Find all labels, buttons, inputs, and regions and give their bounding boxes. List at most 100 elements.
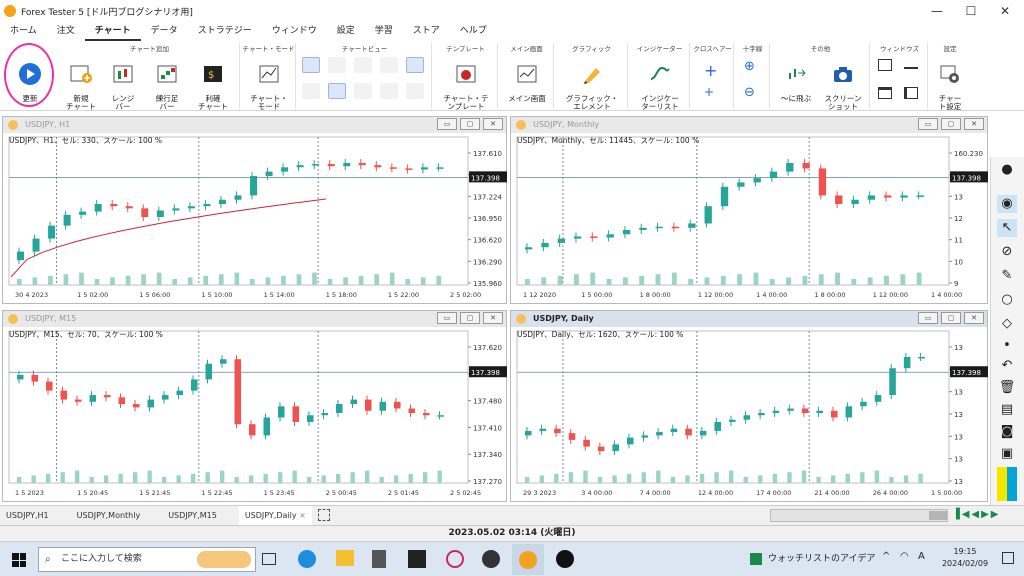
pane-maximize-button[interactable]: ▢: [460, 312, 480, 324]
task-view-icon[interactable]: [262, 553, 276, 565]
notification-icon[interactable]: [1002, 552, 1014, 564]
zoom-in-icon[interactable]: ⊕: [744, 59, 755, 74]
graphic-element-button[interactable]: グラフィック・ エレメント: [560, 55, 624, 111]
circle-tool-icon[interactable]: ○: [997, 291, 1017, 309]
menu-chart[interactable]: チャート: [84, 22, 141, 41]
file-explorer-icon[interactable]: [336, 550, 354, 566]
crosshair-icon[interactable]: +: [704, 61, 717, 80]
menu-settings[interactable]: 設定: [327, 22, 365, 41]
undo-icon[interactable]: ↶: [997, 357, 1017, 375]
tab-usdjpy-monthly[interactable]: USDJPY,Monthly: [71, 506, 163, 526]
pane-maximize-button[interactable]: ▢: [460, 118, 480, 130]
pane-close-button[interactable]: ✕: [964, 118, 984, 130]
clock[interactable]: 19:15 2024/02/09: [940, 546, 990, 570]
pane-maximize-button[interactable]: ▢: [941, 118, 961, 130]
chart-canvas[interactable]: 160.230141312111091 12 20201 5 00:001 8 …: [511, 133, 989, 305]
menu-help[interactable]: ヘルプ: [450, 22, 497, 41]
camera-tool-icon[interactable]: ◙: [997, 423, 1017, 441]
shift-icon[interactable]: [380, 57, 398, 73]
menu-data[interactable]: データ: [141, 22, 188, 41]
crosshair-small-icon[interactable]: +: [704, 85, 714, 99]
horizontal-scrollbar[interactable]: [770, 509, 948, 522]
tab-usdjpy-m15[interactable]: USDJPY,M15: [162, 506, 239, 526]
pane-close-button[interactable]: ✕: [964, 312, 984, 324]
candlestick-icon[interactable]: [328, 83, 346, 99]
obs-icon[interactable]: [482, 550, 500, 568]
dot-icon[interactable]: •: [997, 337, 1017, 355]
network-icon[interactable]: ◠: [900, 551, 909, 562]
pin-icon[interactable]: ●: [997, 161, 1017, 179]
calculator-icon[interactable]: [372, 550, 386, 568]
chart-window-monthly[interactable]: USDJPY, Monthly ▭▢✕ 160.230141312111091 …: [510, 116, 988, 304]
eye-icon[interactable]: ◉: [997, 195, 1017, 213]
grid-icon[interactable]: [302, 83, 320, 99]
renko-button[interactable]: 練行足 バー: [150, 55, 184, 111]
tile-vertical-icon[interactable]: [904, 87, 918, 99]
chart-canvas[interactable]: 1313131313131329 3 20233 4 00:007 4 00:0…: [511, 327, 989, 503]
pane-close-button[interactable]: ✕: [483, 118, 503, 130]
maximize-button[interactable]: ☐: [954, 0, 988, 22]
taskbar-search-box[interactable]: ⌕ ここに入力して検索: [38, 547, 256, 572]
minimize-all-icon[interactable]: [904, 67, 918, 69]
expand-icon[interactable]: [318, 509, 330, 521]
chart-canvas[interactable]: 137.610 137.398 137.224 136.950 136.620 136.2…: [3, 133, 508, 305]
windows-start-icon[interactable]: [12, 553, 26, 567]
playback-controls[interactable]: ▐◀◀▶▶: [952, 509, 1000, 520]
color-palette-icon[interactable]: [997, 467, 1017, 501]
menu-strategy[interactable]: ストラテジー: [188, 22, 262, 41]
menu-store[interactable]: ストア: [403, 22, 450, 41]
maps-pin-icon[interactable]: [556, 550, 574, 568]
menu-learning[interactable]: 学習: [365, 22, 403, 41]
document-icon[interactable]: [380, 83, 398, 99]
close-button[interactable]: ✕: [988, 0, 1022, 22]
scrollbar-thumb[interactable]: [929, 511, 947, 520]
profit-chart-button[interactable]: $ 利確 チャート: [194, 55, 232, 111]
chart-window-h1[interactable]: USDJPY, H1 ▭▢✕ 137.610 137.398 137.224 136.…: [2, 116, 507, 304]
tray-chevron-icon[interactable]: ^: [882, 551, 890, 562]
tab-usdjpy-daily[interactable]: USDJPY,Daily ×: [238, 505, 312, 526]
candle-view-icon[interactable]: [328, 57, 346, 73]
pane-minimize-button[interactable]: ▭: [437, 118, 457, 130]
menu-window[interactable]: ウィンドウ: [262, 22, 327, 41]
magnet-icon[interactable]: [354, 57, 372, 73]
pane-maximize-button[interactable]: ▢: [941, 312, 961, 324]
forex-tester-task[interactable]: [512, 544, 544, 575]
range-bar-button[interactable]: レンジ バー: [106, 55, 140, 111]
pane-minimize-button[interactable]: ▭: [437, 312, 457, 324]
ime-indicator[interactable]: A: [918, 551, 925, 562]
tile-horizontal-icon[interactable]: [878, 87, 892, 99]
new-chart-button[interactable]: 新規 チャート: [62, 55, 100, 111]
indicator-list-button[interactable]: インジケー ターリスト: [634, 55, 686, 111]
chart-settings-button[interactable]: チャー ト設定: [932, 55, 968, 111]
cursor-icon[interactable]: ↖: [997, 219, 1017, 237]
zoom-out-icon[interactable]: ⊖: [744, 85, 755, 100]
pencil-tool-icon[interactable]: ✎: [997, 267, 1017, 285]
snipping-icon[interactable]: [446, 550, 464, 568]
news-widget[interactable]: ウォッチリストのアイデア: [768, 551, 876, 564]
no-drawing-icon[interactable]: ⊘: [997, 243, 1017, 261]
line-chart-icon[interactable]: [354, 83, 372, 99]
chart-mode-button[interactable]: チャート・ モード: [248, 55, 290, 111]
chart-window-daily[interactable]: USDJPY, Daily ▭▢✕ 1313131313131329 3 202…: [510, 310, 988, 502]
chart-template-button[interactable]: チャート・テ ンプレート: [436, 55, 496, 111]
minimize-button[interactable]: —: [920, 0, 954, 22]
main-screen-button[interactable]: メイン画面: [502, 55, 552, 103]
pane-minimize-button[interactable]: ▭: [918, 312, 938, 324]
jump-to-button[interactable]: 〜に飛ぶ: [774, 55, 818, 103]
menu-order[interactable]: 注文: [47, 22, 85, 41]
edge-icon[interactable]: [298, 550, 316, 568]
volume-icon[interactable]: [406, 57, 424, 73]
tab-close-icon[interactable]: ×: [299, 511, 306, 520]
screenshot-button[interactable]: スクリーン ショット: [820, 55, 866, 111]
clipboard-icon[interactable]: ▣: [997, 445, 1017, 463]
chart-window-m15[interactable]: USDJPY, M15 ▭▢✕ 137.620137.550137.480137…: [2, 310, 507, 502]
target-icon[interactable]: [406, 83, 424, 99]
train-icon[interactable]: ▤: [997, 401, 1017, 419]
pane-close-button[interactable]: ✕: [483, 312, 503, 324]
pane-minimize-button[interactable]: ▭: [918, 118, 938, 130]
trash-icon[interactable]: 🗑: [997, 379, 1017, 397]
tab-usdjpy-h1[interactable]: USDJPY,H1: [0, 506, 71, 526]
menu-home[interactable]: ホーム: [0, 22, 47, 41]
chart-canvas[interactable]: 137.620137.550137.480137.410137.340137.2…: [3, 327, 508, 503]
eraser-icon[interactable]: ◇: [997, 315, 1017, 333]
